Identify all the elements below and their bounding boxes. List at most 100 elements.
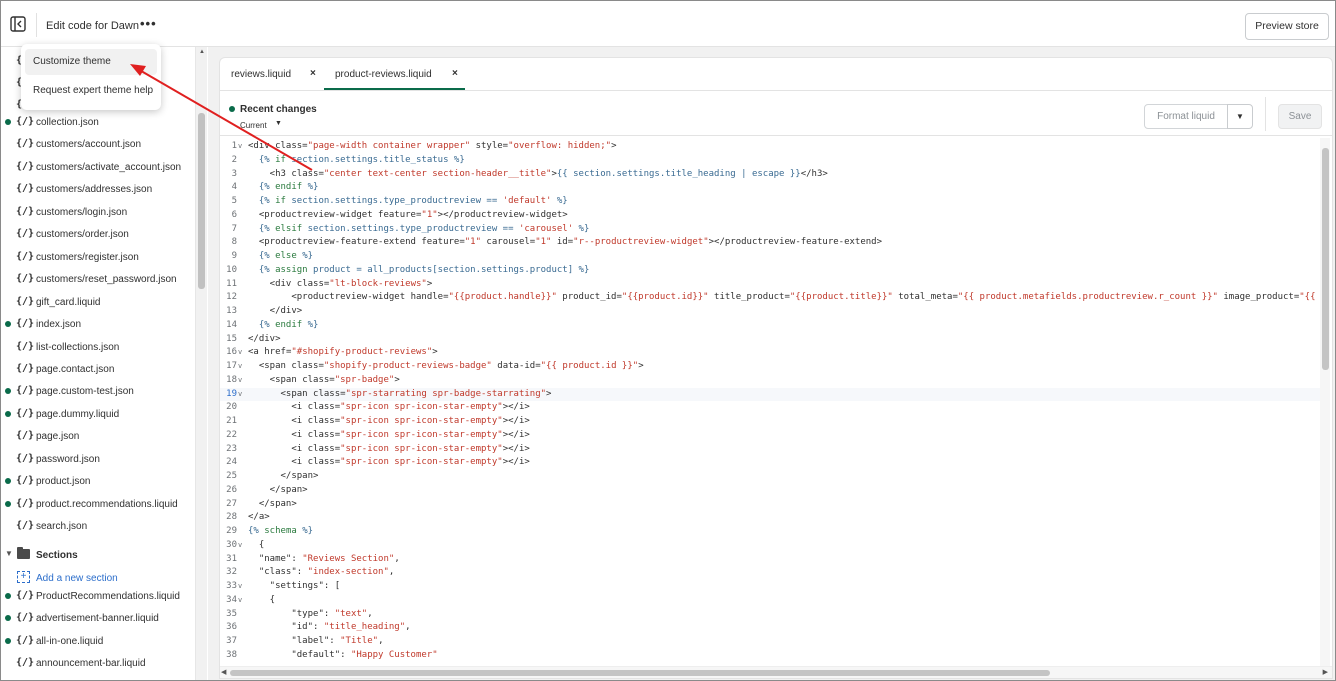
code-line[interactable]: 31 "name": "Reviews Section", <box>220 553 1320 567</box>
editor-vertical-scrollbar[interactable] <box>1320 138 1330 666</box>
file-item[interactable]: {/} all-in-one.liquid <box>1 630 197 652</box>
code-line[interactable]: 7 {% elsif section.settings.type_product… <box>220 223 1320 237</box>
code-line[interactable]: 12 <productreview-widget handle="{{produ… <box>220 291 1320 305</box>
code-token: </span> <box>248 471 319 481</box>
sidebar-scroll-thumb[interactable] <box>198 113 205 289</box>
file-item[interactable]: {/} customers/register.json <box>1 246 197 268</box>
close-icon[interactable]: × <box>452 68 458 79</box>
file-item[interactable]: {/} announcement-bar.liquid <box>1 652 197 674</box>
fold-toggle-icon[interactable]: v <box>238 346 242 360</box>
file-item[interactable]: {/} customers/activate_account.json <box>1 156 197 178</box>
code-line[interactable]: 2 {% if section.settings.title_status %} <box>220 154 1320 168</box>
editor-horizontal-scrollbar[interactable]: ◀ ▶ <box>220 666 1332 678</box>
file-item[interactable]: {/} page.json <box>1 425 197 447</box>
code-line[interactable]: 1 v <div class="page-width container wrapp… <box>220 140 1320 154</box>
file-item[interactable]: {/} customers/login.json <box>1 201 197 223</box>
line-number: 30 <box>226 539 237 550</box>
code-line[interactable]: 3 <h3 class="center text-center section-… <box>220 168 1320 182</box>
fold-toggle-icon[interactable]: v <box>238 539 242 553</box>
file-item[interactable]: {/} collection.json <box>1 111 197 133</box>
file-item[interactable]: {/} search.json <box>1 515 197 537</box>
file-item[interactable]: {/} customers/order.json <box>1 223 197 245</box>
code-line[interactable]: 33 v "settings": [ <box>220 580 1320 594</box>
code-line[interactable]: 18 v <span class="spr-badge"> <box>220 374 1320 388</box>
fold-toggle-icon[interactable]: v <box>238 140 242 154</box>
code-line[interactable]: 30 v { <box>220 539 1320 553</box>
code-line[interactable]: 16 v <a href="#shopify-product-reviews"> <box>220 346 1320 360</box>
file-item[interactable]: {/} customers/reset_password.json <box>1 268 197 290</box>
file-item[interactable]: {/} advertisement-banner.liquid <box>1 607 197 629</box>
menu-item-request-expert-help[interactable]: Request expert theme help <box>25 78 157 104</box>
code-line[interactable]: 34 v { <box>220 594 1320 608</box>
sections-folder[interactable]: ▼ Sections <box>1 544 197 566</box>
file-item[interactable]: {/} ProductRecommendations.liquid <box>1 585 197 607</box>
file-item[interactable]: {/} page.contact.json <box>1 358 197 380</box>
code-line[interactable]: 14 {% endif %} <box>220 319 1320 333</box>
file-item[interactable]: {/} list-collections.json <box>1 336 197 358</box>
code-line[interactable]: 28 </a> <box>220 511 1320 525</box>
code-line[interactable]: 9 {% else %} <box>220 250 1320 264</box>
fold-toggle-icon[interactable]: v <box>238 580 242 594</box>
code-line[interactable]: 10 {% assign product = all_products[sect… <box>220 264 1320 278</box>
version-select[interactable]: Current <box>240 121 267 130</box>
editor-hscroll-thumb[interactable] <box>230 670 1050 676</box>
code-token: href= <box>264 347 292 358</box>
code-line[interactable]: 26 </span> <box>220 484 1320 498</box>
format-liquid-button[interactable]: Format liquid <box>1144 104 1228 129</box>
scroll-up-icon[interactable]: ▲ <box>199 49 205 55</box>
code-line[interactable]: 24 <i class="spr-icon spr-icon-star-empt… <box>220 456 1320 470</box>
code-line[interactable]: 4 {% endif %} <box>220 181 1320 195</box>
tab-product-reviews-liquid[interactable]: product-reviews.liquid × <box>324 58 465 90</box>
code-line[interactable]: 23 <i class="spr-icon spr-icon-star-empt… <box>220 443 1320 457</box>
sidebar-scrollbar[interactable]: ▲ <box>195 47 207 680</box>
code-line[interactable]: 20 <i class="spr-icon spr-icon-star-empt… <box>220 401 1320 415</box>
code-line[interactable]: 11 <div class="lt-block-reviews"> <box>220 278 1320 292</box>
more-actions-button[interactable]: ••• <box>140 16 157 31</box>
scroll-left-icon[interactable]: ◀ <box>221 668 226 676</box>
code-line[interactable]: 19 v <span class="spr-starrating spr-badg… <box>220 387 1320 402</box>
file-item[interactable]: {/} page.dummy.liquid <box>1 403 197 425</box>
fold-toggle-icon[interactable]: v <box>238 594 242 608</box>
code-line[interactable]: 35 "type": "text", <box>220 608 1320 622</box>
code-line[interactable]: 21 <i class="spr-icon spr-icon-star-empt… <box>220 415 1320 429</box>
editor-scroll-thumb[interactable] <box>1322 148 1329 370</box>
code-line[interactable]: 29 {% schema %} <box>220 525 1320 539</box>
preview-store-button[interactable]: Preview store <box>1245 13 1329 40</box>
file-item[interactable]: {/} index.json <box>1 313 197 335</box>
file-item[interactable]: {/} page.custom-test.json <box>1 380 197 402</box>
code-line[interactable]: 15 </div> <box>220 333 1320 347</box>
exit-icon[interactable] <box>9 15 27 33</box>
file-item[interactable]: {/} customers/account.json <box>1 133 197 155</box>
file-item[interactable]: {/} customers/addresses.json <box>1 178 197 200</box>
code-line[interactable]: 13 </div> <box>220 305 1320 319</box>
code-editor[interactable]: 1 v <div class="page-width container wrapp… <box>220 138 1320 666</box>
scroll-right-icon[interactable]: ▶ <box>1323 668 1328 676</box>
code-line[interactable]: 37 "label": "Title", <box>220 635 1320 649</box>
code-line[interactable]: 22 <i class="spr-icon spr-icon-star-empt… <box>220 429 1320 443</box>
code-line[interactable]: 36 "id": "title_heading", <box>220 621 1320 635</box>
code-line[interactable]: 38 "default": "Happy Customer" <box>220 649 1320 663</box>
code-line[interactable]: 5 {% if section.settings.type_productrev… <box>220 195 1320 209</box>
code-line[interactable]: 8 <productreview-feature-extend feature=… <box>220 236 1320 250</box>
file-item[interactable]: {/} product.recommendations.liquid <box>1 493 197 515</box>
line-number: 23 <box>226 443 237 454</box>
file-item[interactable]: {/} product.json <box>1 470 197 492</box>
code-line[interactable]: 6 <productreview-widget feature="1"></pr… <box>220 209 1320 223</box>
fold-toggle-icon[interactable]: v <box>238 374 242 388</box>
file-item[interactable]: {/} password.json <box>1 448 197 470</box>
file-item[interactable]: {/} gift_card.liquid <box>1 291 197 313</box>
code-line[interactable]: 17 v <span class="shopify-product-reviews… <box>220 360 1320 374</box>
file-name: customers/order.json <box>36 229 129 241</box>
save-button[interactable]: Save <box>1278 104 1322 129</box>
code-line[interactable]: 27 </span> <box>220 498 1320 512</box>
recent-changes-label[interactable]: Recent changes <box>240 104 317 115</box>
chevron-down-icon[interactable]: ▼ <box>275 120 282 127</box>
code-line[interactable]: 32 "class": "index-section", <box>220 566 1320 580</box>
tab-reviews-liquid[interactable]: reviews.liquid × <box>220 58 324 90</box>
close-icon[interactable]: × <box>310 68 316 79</box>
format-options-button[interactable]: ▼ <box>1227 104 1253 129</box>
fold-toggle-icon[interactable]: v <box>238 360 242 374</box>
menu-item-customize-theme[interactable]: Customize theme <box>25 49 157 75</box>
fold-toggle-icon[interactable]: v <box>238 388 242 402</box>
code-line[interactable]: 25 </span> <box>220 470 1320 484</box>
